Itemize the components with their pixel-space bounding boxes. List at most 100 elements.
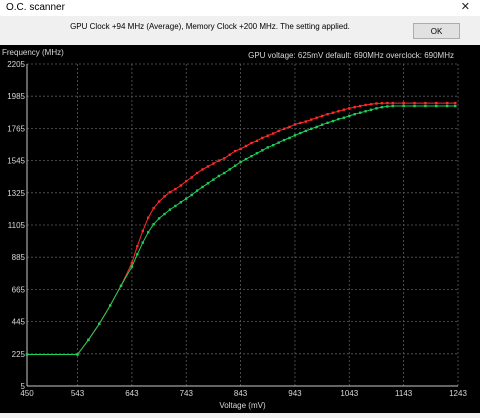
red-curve-point <box>185 179 188 183</box>
oc-scanner-window: O.C. scanner ✕ GPU Clock +94 MHz (Averag… <box>0 0 480 413</box>
green-curve-point <box>185 197 188 200</box>
green-curve-point <box>435 104 438 108</box>
y-tick-label: 1765 <box>7 124 25 133</box>
y-tick-label: 885 <box>12 253 26 262</box>
green-curve-point <box>337 117 340 121</box>
green-curve-point <box>152 223 155 226</box>
red-curve-point <box>310 118 313 121</box>
red-curve-point <box>288 125 291 129</box>
red-curve-point <box>272 132 275 135</box>
red-curve-point <box>277 129 280 133</box>
red-curve-point <box>141 229 144 233</box>
x-tick-label: 643 <box>125 389 139 398</box>
green-curve-point <box>353 113 356 116</box>
y-tick-label: 2205 <box>7 60 25 69</box>
green-curve-point <box>304 129 308 133</box>
window-title: O.C. scanner <box>6 2 65 13</box>
red-curve-point <box>326 113 329 116</box>
green-curve-point <box>163 212 166 216</box>
x-tick-label: 943 <box>288 389 302 398</box>
y-tick-label: 1545 <box>7 157 25 166</box>
red-curve-point <box>174 187 177 191</box>
green-curve-point <box>233 164 237 167</box>
green-curve-point <box>391 104 394 108</box>
red-curve-point <box>152 206 155 210</box>
green-curve-point <box>282 138 286 142</box>
green-curve-point <box>108 304 112 307</box>
x-tick-label: 743 <box>180 389 194 398</box>
green-curve-point <box>342 116 346 119</box>
red-curve-point <box>228 153 231 156</box>
green-curve-point <box>157 217 161 220</box>
red-curve-point <box>413 101 416 105</box>
green-curve-point <box>250 155 253 158</box>
green-curve-point <box>136 253 139 256</box>
red-curve-point <box>255 139 259 143</box>
y-tick-label: 225 <box>12 350 26 359</box>
green-curve-point <box>375 107 378 110</box>
green-curve-point <box>223 171 226 175</box>
gpu-voltage-note: GPU voltage: 625mV default: 690MHz overc… <box>248 51 454 60</box>
status-message: GPU Clock +94 MHz (Average), Memory Cloc… <box>70 22 350 31</box>
green-curve-point <box>310 127 313 131</box>
green-curve-point <box>212 178 215 181</box>
red-curve-point <box>454 101 457 105</box>
red-curve-point <box>217 159 221 162</box>
green-curve-point <box>380 105 384 109</box>
green-curve-point <box>358 111 362 114</box>
y-tick-label: 1325 <box>7 189 25 198</box>
red-curve-point <box>380 102 384 105</box>
ok-button[interactable]: OK <box>413 23 460 39</box>
green-curve-point <box>364 110 367 113</box>
green-curve-point <box>255 152 259 155</box>
red-curve-point <box>195 171 199 175</box>
green-curve-point <box>239 160 242 164</box>
y-tick-label: 1105 <box>8 221 26 230</box>
red-curve-point <box>358 104 362 108</box>
x-tick-label: 1043 <box>340 389 358 398</box>
green-curve-point <box>413 104 416 108</box>
green-curve-point <box>320 123 324 126</box>
close-icon[interactable]: ✕ <box>461 0 470 13</box>
voltage-frequency-chart[interactable]: 450 543 643 743 843 943 1043 1143 1243 5 225 445 665… <box>0 45 480 413</box>
green-curve-point <box>130 265 134 268</box>
red-curve-point <box>206 165 210 168</box>
red-curve-point <box>315 116 318 119</box>
red-curve-point <box>337 110 340 113</box>
green-curve-point <box>147 231 150 234</box>
green-curve-point <box>402 104 405 108</box>
green-curve-point <box>195 189 199 192</box>
red-curve-point <box>201 168 204 171</box>
red-curve-point <box>282 127 286 131</box>
red-curve-point <box>331 111 335 114</box>
red-curve-point <box>147 216 150 219</box>
red-curve-point <box>239 147 242 151</box>
red-curve-point <box>190 176 193 179</box>
green-curve-point <box>168 208 172 211</box>
green-curve-point <box>386 105 389 108</box>
red-curve-point <box>299 121 302 125</box>
y-tick-label: 5 <box>21 382 26 391</box>
y-tick-label: 1985 <box>7 92 25 101</box>
red-curve-point <box>342 108 346 111</box>
red-curve-point <box>157 200 161 203</box>
green-curve-point <box>119 284 123 287</box>
red-curve-point <box>369 103 373 106</box>
red-curve-point <box>353 105 356 109</box>
green-curve-point <box>206 182 210 185</box>
red-curve-point <box>293 123 297 126</box>
green-curve-point <box>266 146 269 149</box>
red-curve-point <box>348 107 351 110</box>
green-curve-point <box>87 338 90 342</box>
green-curve-point <box>445 104 449 108</box>
red-curve-point <box>435 101 438 105</box>
green-curve-point <box>201 185 204 189</box>
x-axis-label: Voltage (mV) <box>219 401 266 410</box>
green-curve-point <box>326 121 329 125</box>
red-curve-point <box>261 136 264 140</box>
green-curve-point <box>369 108 373 112</box>
red-curve-point <box>212 162 215 165</box>
green-curve-point <box>217 174 221 178</box>
green-curve-point <box>288 136 291 140</box>
title-bar: O.C. scanner ✕ <box>0 0 480 16</box>
